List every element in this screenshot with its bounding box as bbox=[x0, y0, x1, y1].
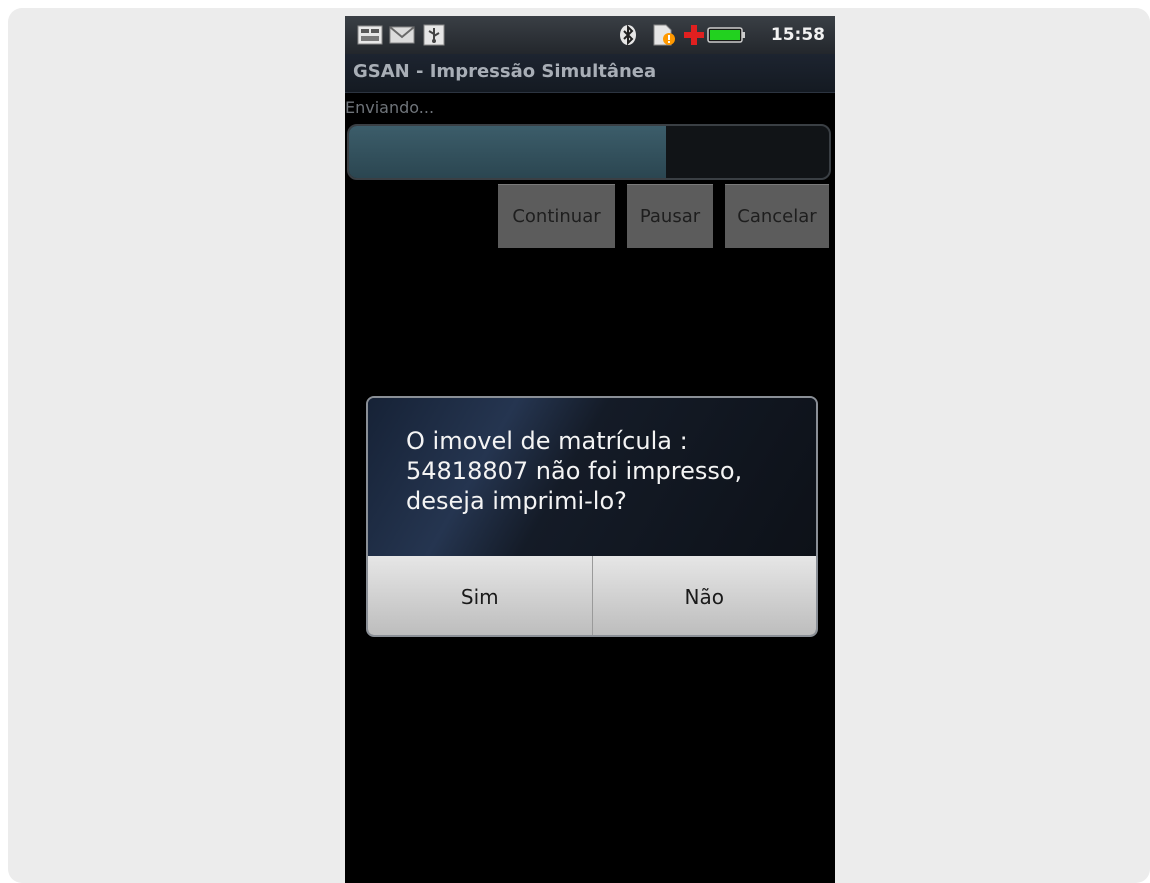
progress-bar bbox=[347, 124, 831, 180]
bluetooth-icon bbox=[620, 24, 636, 46]
screenshot-frame: 15:58 GSAN - Impressão Simultânea Envian… bbox=[8, 8, 1150, 883]
status-bar: 15:58 bbox=[345, 16, 835, 54]
mail-icon bbox=[389, 26, 415, 44]
sim-warning-icon bbox=[653, 24, 675, 46]
app-title: GSAN - Impressão Simultânea bbox=[353, 61, 657, 82]
notification-icon bbox=[357, 25, 383, 45]
cancel-button[interactable]: Cancelar bbox=[725, 184, 829, 248]
title-bar: GSAN - Impressão Simultânea bbox=[345, 54, 835, 93]
usb-icon bbox=[423, 24, 445, 46]
status-text: Enviando... bbox=[345, 98, 435, 117]
continue-button[interactable]: Continuar bbox=[498, 184, 615, 248]
dialog-body: O imovel de matrícula : 54818807 não foi… bbox=[368, 398, 816, 556]
dialog-message: O imovel de matrícula : 54818807 não foi… bbox=[406, 427, 743, 515]
no-button[interactable]: Não bbox=[593, 556, 817, 635]
dialog-actions: Sim Não bbox=[368, 556, 817, 635]
phone-screen: 15:58 GSAN - Impressão Simultânea Envian… bbox=[345, 16, 835, 883]
yes-button[interactable]: Sim bbox=[368, 556, 592, 635]
status-time: 15:58 bbox=[770, 25, 825, 45]
confirm-dialog: O imovel de matrícula : 54818807 não foi… bbox=[366, 396, 818, 637]
medical-cross-icon bbox=[684, 25, 704, 45]
battery-icon bbox=[707, 27, 745, 43]
pause-button[interactable]: Pausar bbox=[627, 184, 713, 248]
progress-fill bbox=[349, 126, 666, 178]
